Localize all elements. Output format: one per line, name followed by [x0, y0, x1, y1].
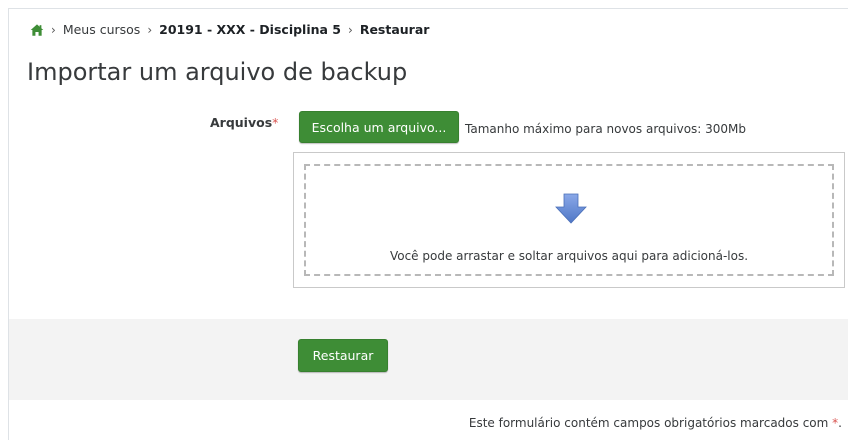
required-marker: *	[272, 115, 279, 130]
drop-zone-text: Você pode arrastar e soltar arquivos aqu…	[389, 249, 749, 263]
breadcrumb-separator: ›	[147, 22, 153, 37]
home-icon[interactable]	[30, 23, 44, 37]
required-note-end: .	[838, 416, 842, 430]
page-title: Importar um arquivo de backup	[27, 58, 408, 86]
max-file-size-text: Tamanho máximo para novos arquivos: 300M…	[465, 122, 747, 136]
choose-file-button[interactable]: Escolha um arquivo...	[299, 111, 459, 143]
files-label: Arquivos*	[210, 115, 278, 130]
breadcrumb-my-courses[interactable]: Meus cursos	[63, 22, 141, 37]
breadcrumb-restore[interactable]: Restaurar	[360, 22, 430, 37]
breadcrumb-separator: ›	[51, 22, 56, 37]
required-fields-note: Este formulário contém campos obrigatóri…	[469, 416, 842, 430]
restore-button[interactable]: Restaurar	[298, 339, 388, 372]
breadcrumb-course[interactable]: 20191 - XXX - Disciplina 5	[159, 22, 341, 37]
files-label-text: Arquivos	[210, 115, 273, 130]
breadcrumb-separator: ›	[348, 22, 353, 37]
file-drop-zone[interactable]: Você pode arrastar e soltar arquivos aqu…	[304, 164, 834, 276]
required-note-text: Este formulário contém campos obrigatóri…	[468, 416, 829, 430]
file-picker-box[interactable]: Você pode arrastar e soltar arquivos aqu…	[293, 152, 845, 288]
form-action-bar	[9, 319, 848, 400]
breadcrumb: › Meus cursos › 20191 - XXX - Disciplina…	[30, 22, 429, 37]
arrow-down-icon	[555, 193, 587, 224]
